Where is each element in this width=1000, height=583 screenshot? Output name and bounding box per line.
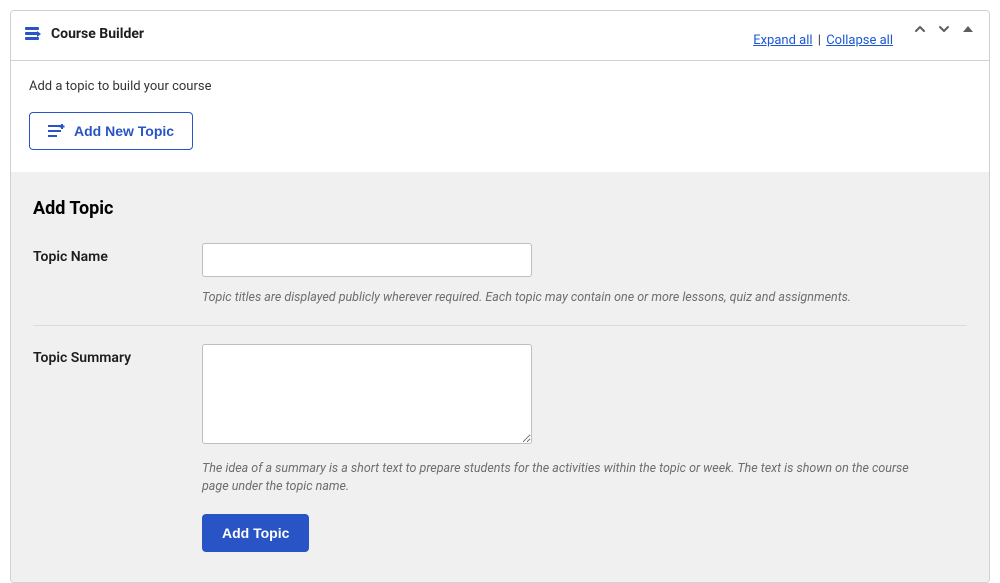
add-new-topic-label: Add New Topic: [74, 123, 174, 139]
caret-group: [913, 19, 975, 36]
panel-body-top: Add a topic to build your course Add New…: [11, 61, 989, 172]
topic-summary-hint: The idea of a summary is a short text to…: [202, 460, 932, 496]
topic-name-hint: Topic titles are displayed publicly wher…: [202, 289, 932, 307]
expand-all-link[interactable]: Expand all: [753, 33, 812, 48]
course-builder-panel: Course Builder Expand all | Collapse all: [10, 10, 990, 583]
expand-collapse-links: Expand all | Collapse all: [753, 19, 893, 48]
panel-header: Course Builder Expand all | Collapse all: [11, 11, 989, 61]
topic-name-input[interactable]: [202, 243, 532, 277]
form-row-topic-summary: Topic Summary The idea of a summary is a…: [33, 344, 967, 552]
add-list-icon: [48, 124, 66, 138]
topic-summary-input-col: The idea of a summary is a short text to…: [202, 344, 967, 552]
topic-name-input-col: Topic titles are displayed publicly wher…: [202, 243, 967, 307]
builder-icon: [25, 27, 41, 41]
header-right: Expand all | Collapse all: [753, 19, 975, 48]
add-new-topic-button[interactable]: Add New Topic: [29, 112, 193, 150]
topic-name-label: Topic Name: [33, 243, 202, 265]
form-title: Add Topic: [33, 198, 967, 219]
topic-summary-label: Topic Summary: [33, 344, 202, 366]
add-topic-form: Add Topic Topic Name Topic titles are di…: [11, 172, 989, 582]
topic-summary-input[interactable]: [202, 344, 532, 444]
header-left: Course Builder: [25, 26, 144, 42]
form-row-topic-name: Topic Name Topic titles are displayed pu…: [33, 243, 967, 326]
collapse-all-link[interactable]: Collapse all: [826, 33, 893, 48]
instruction-text: Add a topic to build your course: [29, 79, 971, 94]
panel-title: Course Builder: [51, 26, 144, 42]
chevron-down-icon[interactable]: [937, 22, 951, 36]
links-separator: |: [816, 33, 823, 48]
add-topic-submit-button[interactable]: Add Topic: [202, 514, 309, 552]
chevron-up-icon[interactable]: [913, 22, 927, 36]
caret-up-icon[interactable]: [961, 22, 975, 36]
